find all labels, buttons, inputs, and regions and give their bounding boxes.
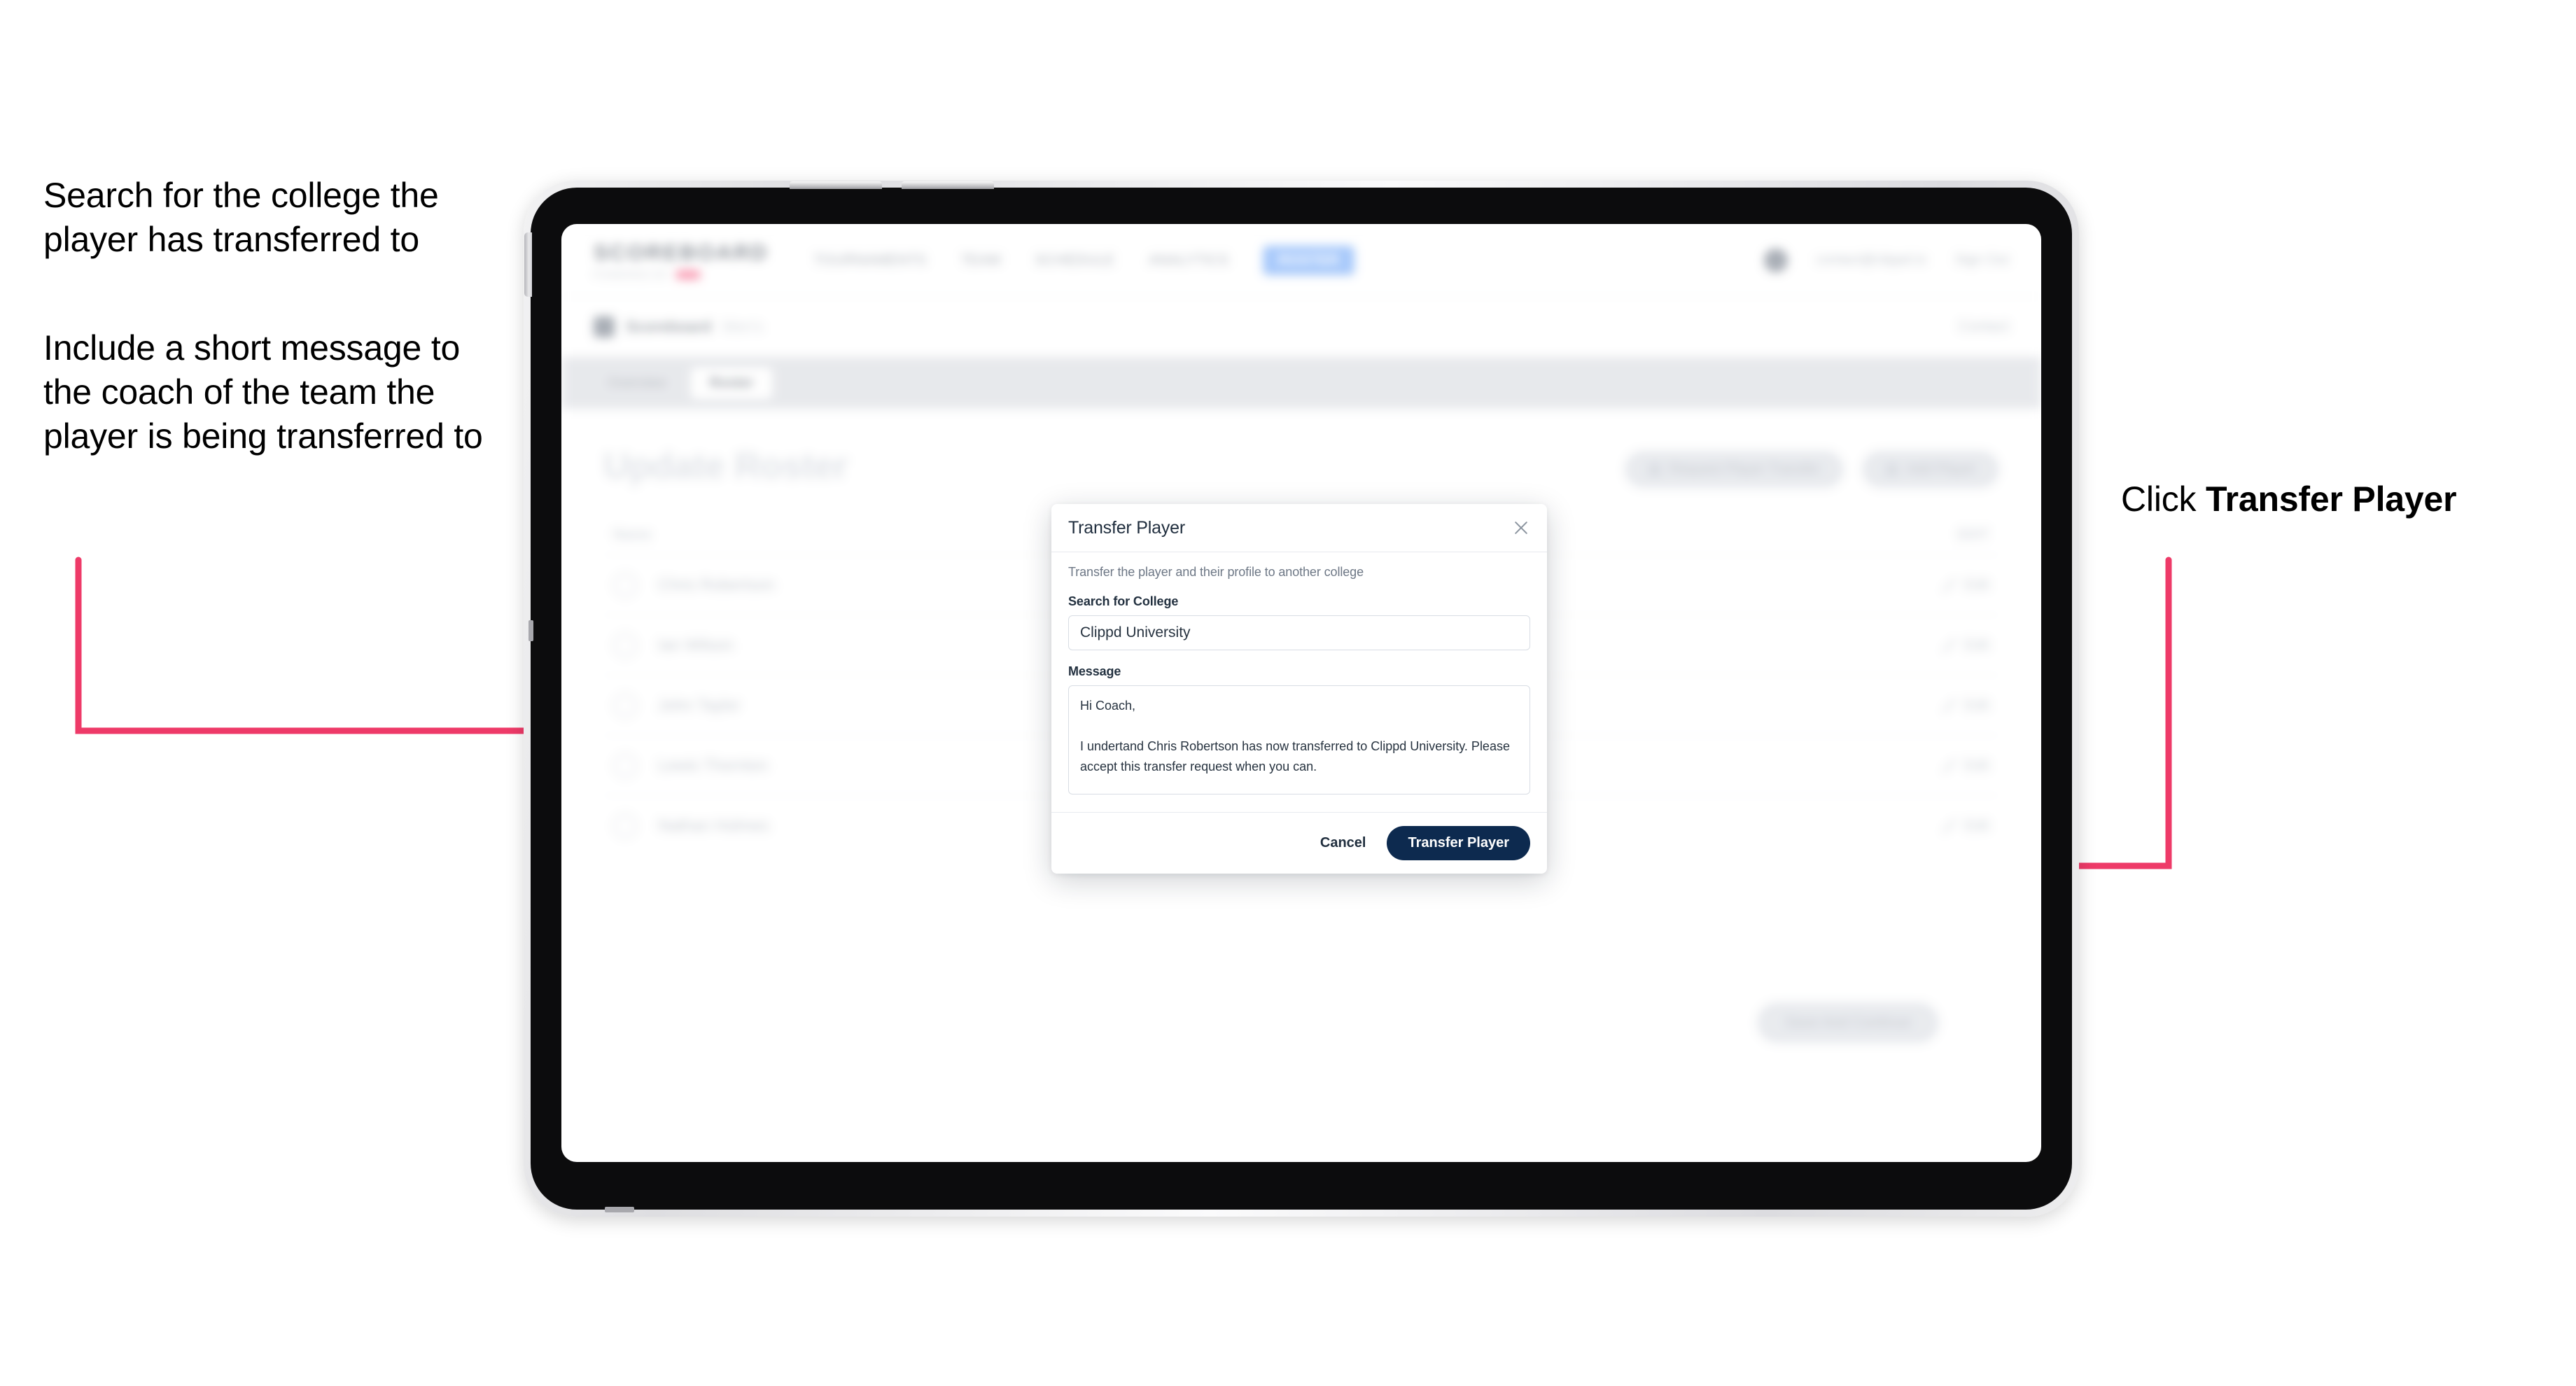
tablet-screen: SCOREBOARD POWERED BY TOURNAMENTS TEAM S… (561, 224, 2041, 1162)
dialog-header: Transfer Player (1051, 504, 1547, 552)
pencil-icon (1941, 759, 1956, 773)
row-select-checkbox[interactable] (613, 633, 637, 657)
row-edit-label: Edit (1963, 757, 1989, 774)
column-header-edit: EDIT (1957, 527, 1989, 542)
player-name: Nathan Holmes (658, 816, 769, 834)
row-edit-label: Edit (1963, 817, 1989, 834)
team-logo-icon (594, 316, 615, 337)
transfer-player-dialog: Transfer Player Transfer the player and … (1051, 504, 1547, 874)
screenshot-canvas: Search for the college the player has tr… (0, 0, 2576, 1386)
row-edit-button[interactable]: Edit (1941, 757, 1989, 774)
team-identity: Scoreboard Men's (594, 316, 763, 337)
antenna-notch-bottom (605, 1207, 634, 1212)
nav-link-team[interactable]: TEAM (960, 252, 1001, 269)
team-division: Men's (722, 317, 764, 335)
transfer-icon (1648, 463, 1661, 476)
team-subheader: Scoreboard Men's Contact (561, 297, 2041, 357)
brand-powered-by: POWERED BY (594, 269, 670, 280)
user-email: contact@clippd.io (1816, 252, 1927, 267)
nav-link-analytics[interactable]: ANALYTICS (1148, 252, 1228, 269)
annotation-note-search-college: Search for the college the player has tr… (43, 176, 439, 259)
row-edit-button[interactable]: Edit (1941, 817, 1989, 834)
power-button[interactable] (524, 232, 532, 297)
row-edit-button[interactable]: Edit (1941, 636, 1989, 654)
message-textarea[interactable] (1068, 685, 1530, 794)
row-edit-button[interactable]: Edit (1941, 576, 1989, 594)
row-edit-label: Edit (1963, 576, 1989, 593)
team-name: Scoreboard (626, 317, 712, 335)
page-title: Update Roster (603, 446, 848, 486)
row-select-checkbox[interactable] (613, 753, 637, 778)
tab-roster[interactable]: Roster (691, 367, 772, 399)
volume-down-button[interactable] (902, 181, 994, 189)
nav-link-roster[interactable]: ROSTER (1262, 245, 1355, 275)
player-name: John Taylor (658, 696, 741, 714)
row-edit-button[interactable]: Edit (1941, 696, 1989, 714)
navbar-user-area: contact@clippd.io Sign Out (1764, 248, 2009, 272)
tab-overview[interactable]: Overview (589, 368, 684, 399)
row-select-checkbox[interactable] (613, 813, 637, 838)
team-contact-link[interactable]: Contact (1959, 318, 2009, 335)
pencil-icon (1941, 578, 1956, 592)
pencil-icon (1941, 699, 1956, 713)
row-edit-label: Edit (1963, 636, 1989, 653)
annotation-note-include-message: Include a short message to the coach of … (43, 328, 483, 456)
search-college-label: Search for College (1068, 594, 1179, 608)
cancel-button[interactable]: Cancel (1317, 830, 1369, 857)
field-spacer (1068, 650, 1530, 664)
tablet-bezel: SCOREBOARD POWERED BY TOURNAMENTS TEAM S… (524, 181, 2072, 1212)
pencil-icon (1941, 819, 1956, 833)
player-name: Lewis Thornton (658, 756, 768, 774)
avatar[interactable] (1764, 248, 1788, 272)
request-player-transfer-button[interactable]: Request Player Transfer (1624, 451, 1844, 488)
pencil-icon (1941, 638, 1956, 652)
search-college-input[interactable] (1068, 615, 1530, 650)
clippd-badge-icon (675, 270, 701, 279)
row-select-checkbox[interactable] (613, 693, 637, 718)
dialog-title: Transfer Player (1068, 517, 1185, 538)
request-player-transfer-label: Request Player Transfer (1669, 461, 1821, 477)
plus-icon (1886, 463, 1899, 476)
add-player-button[interactable]: Add Player (1862, 451, 1999, 488)
brand-logo[interactable]: SCOREBOARD POWERED BY (594, 240, 769, 280)
brand-wordmark: SCOREBOARD (594, 240, 769, 265)
column-header-name: Name (613, 527, 652, 542)
message-label: Message (1068, 664, 1121, 678)
section-tabbar: Overview Roster (561, 357, 2041, 409)
dialog-body: Transfer the player and their profile to… (1051, 552, 1547, 812)
page-header-row: Update Roster Request Player Transfer Ad… (603, 445, 1999, 488)
volume-up-button[interactable] (790, 181, 882, 189)
transfer-player-button[interactable]: Transfer Player (1387, 826, 1530, 860)
annotation-click-target: Transfer Player (2206, 479, 2457, 519)
tablet-device: SCOREBOARD POWERED BY TOURNAMENTS TEAM S… (524, 181, 2079, 1217)
player-name: Ian Wilson (658, 636, 734, 654)
antenna-notch-left (528, 620, 533, 641)
app-navbar: SCOREBOARD POWERED BY TOURNAMENTS TEAM S… (561, 224, 2041, 297)
nav-link-tournaments[interactable]: TOURNAMENTS (813, 252, 927, 269)
page-footer-actions: Save And Continue (603, 1002, 1999, 1043)
dialog-footer: Cancel Transfer Player (1051, 812, 1547, 874)
page-header-actions: Request Player Transfer Add Player (1624, 451, 1999, 488)
row-select-checkbox[interactable] (613, 573, 637, 597)
close-icon[interactable] (1511, 517, 1532, 538)
player-name: Chris Robertson (658, 575, 775, 594)
brand-subline: POWERED BY (594, 269, 769, 280)
add-player-label: Add Player (1907, 461, 1975, 477)
navbar-links: TOURNAMENTS TEAM SCHEDULE ANALYTICS ROST… (813, 245, 1355, 275)
save-and-continue-button[interactable]: Save And Continue (1757, 1002, 1939, 1043)
dialog-description: Transfer the player and their profile to… (1068, 565, 1364, 579)
annotation-click-prefix: Click (2121, 479, 2206, 519)
annotation-note-click-transfer: Click Transfer Player (2121, 477, 2513, 522)
nav-link-schedule[interactable]: SCHEDULE (1035, 252, 1114, 269)
row-edit-label: Edit (1963, 696, 1989, 713)
sign-out-button[interactable]: Sign Out (1954, 252, 2009, 268)
